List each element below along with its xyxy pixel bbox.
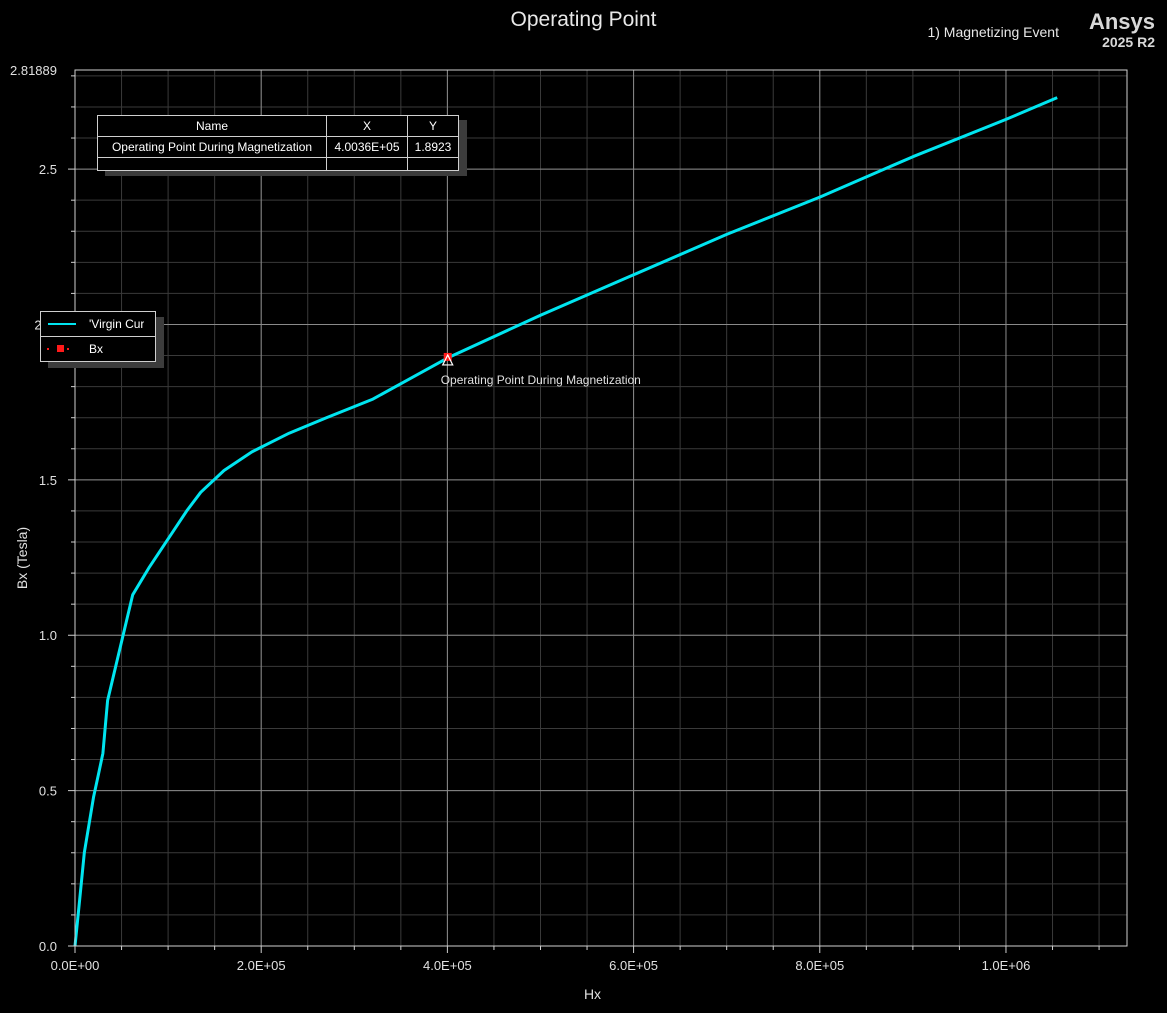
y-tick-label: 1.5 — [39, 473, 57, 488]
y-tick-label: 2.81889 — [10, 63, 57, 78]
brand-logo: Ansys 2025 R2 — [1088, 9, 1155, 50]
y-axis-label: Bx (Tesla) — [14, 527, 30, 589]
x-tick-label: 1.0E+06 — [982, 958, 1031, 973]
legend-label: 'Virgin Cur — [89, 317, 145, 331]
x-tick-label: 2.0E+05 — [237, 958, 286, 973]
legend-label: Bx — [89, 342, 104, 356]
plot-frame — [74, 69, 1128, 947]
table-row[interactable]: Operating Point During Magnetization 4.0… — [97, 136, 459, 158]
marker-label: Operating Point During Magnetization — [441, 373, 641, 387]
marker-table-header-x: X — [326, 115, 408, 137]
legend-item-bx[interactable]: Bx — [41, 336, 155, 361]
brand-name: Ansys — [1088, 9, 1155, 34]
marker-name-cell: Operating Point During Magnetization — [97, 136, 327, 158]
marker-table-header: Name X Y — [97, 115, 459, 137]
table-row-empty — [97, 157, 459, 171]
x-tick-label: 0.0E+00 — [51, 958, 100, 973]
y-tick-label: 0.5 — [39, 784, 57, 799]
marker-x-cell: 4.0036E+05 — [326, 136, 408, 158]
marker-table-header-name: Name — [97, 115, 327, 137]
x-axis-label: Hx — [584, 986, 601, 1002]
y-tick-label: 2.5 — [39, 162, 57, 177]
marker-table[interactable]: Name X Y Operating Point During Magnetiz… — [97, 115, 459, 171]
grid-layer — [74, 70, 1127, 946]
y-tick-label: 0.0 — [39, 939, 57, 954]
x-tick-label: 8.0E+05 — [795, 958, 844, 973]
design-variation-label: 1) Magnetizing Event — [927, 24, 1059, 40]
chart-legend[interactable]: 'Virgin Cur Bx — [40, 311, 156, 362]
line-swatch-icon — [41, 312, 81, 336]
x-tick-label: 6.0E+05 — [609, 958, 658, 973]
y-tick-label: 1.0 — [39, 628, 57, 643]
legend-item-virgin-curve[interactable]: 'Virgin Cur — [41, 312, 155, 336]
series-line-virgin-curve — [73, 96, 1058, 947]
curve-layer — [73, 96, 1058, 947]
x-tick-label: 4.0E+05 — [423, 958, 472, 973]
marker-y-cell: 1.8923 — [407, 136, 459, 158]
marker-table-header-y: Y — [407, 115, 459, 137]
point-marker-swatch-icon — [41, 337, 81, 361]
brand-version: 2025 R2 — [1102, 34, 1155, 50]
